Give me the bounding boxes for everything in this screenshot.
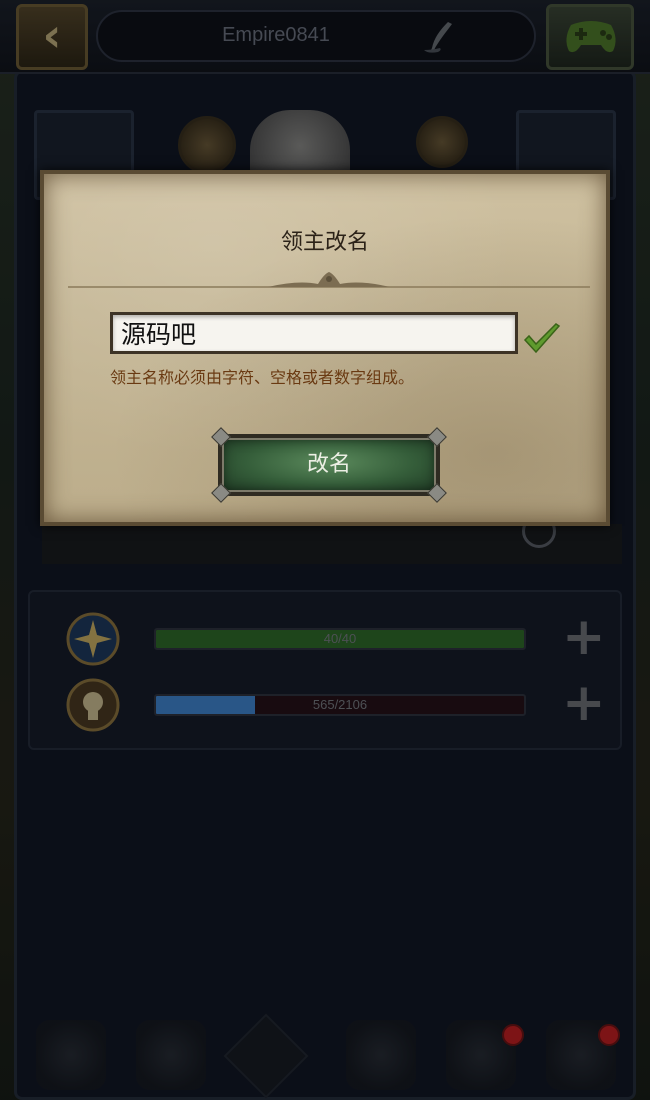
ornamental-divider bbox=[68, 272, 590, 288]
button-corner bbox=[211, 483, 231, 503]
lord-name-input[interactable] bbox=[110, 312, 518, 354]
button-corner bbox=[427, 427, 447, 447]
checkmark-icon[interactable] bbox=[522, 322, 562, 356]
button-corner bbox=[211, 427, 231, 447]
modal-backdrop[interactable] bbox=[0, 0, 650, 1100]
name-rule-hint: 领主名称必须由字符、空格或者数字组成。 bbox=[110, 368, 415, 387]
rename-dialog: 领主改名 领主名称必须由字符、空格或者数字组成。 改名 bbox=[40, 170, 610, 526]
rename-button[interactable]: 改名 bbox=[211, 427, 447, 503]
rename-button-label: 改名 bbox=[306, 452, 351, 477]
dialog-title: 领主改名 bbox=[280, 230, 369, 255]
button-corner bbox=[427, 483, 447, 503]
